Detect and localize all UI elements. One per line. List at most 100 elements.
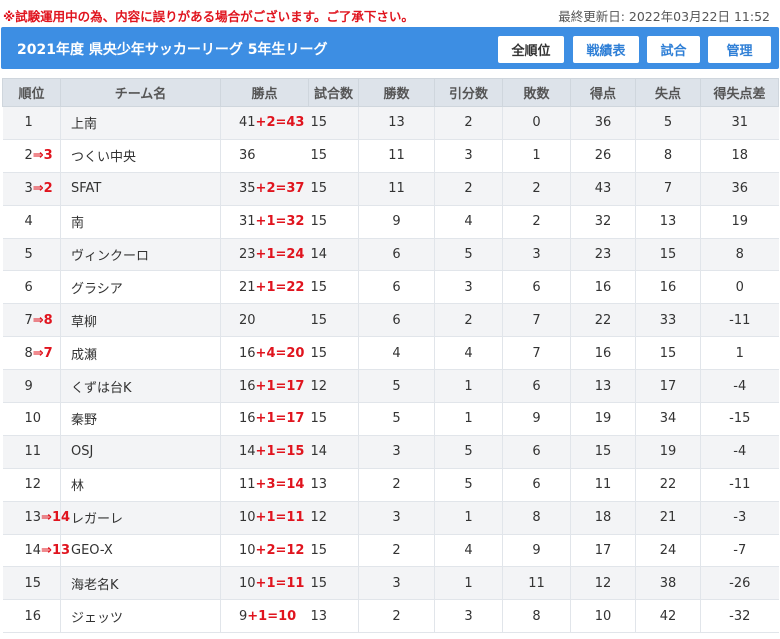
draws-value: 1: [464, 575, 473, 591]
goal-diff-value: 31: [731, 115, 749, 131]
team-name: くずは台K: [71, 380, 132, 396]
losses-value: 6: [532, 279, 541, 295]
col-team-header: チーム名: [60, 78, 221, 107]
goals-for-value: 10: [594, 608, 612, 624]
goals-for-cell: 10: [570, 599, 636, 634]
goal-diff-value: -15: [729, 411, 751, 427]
goals-against-value: 24: [659, 543, 677, 559]
team-name: SFAT: [71, 181, 102, 197]
wins-value: 13: [388, 115, 405, 131]
table-row: 16 ジェッツ 9+1=10 13 2 3 8 10 42 -32: [2, 599, 779, 634]
rank-value: 8: [24, 345, 33, 361]
goal-diff-value: -4: [733, 378, 747, 394]
played-value: 14: [310, 444, 328, 460]
goals-against-value: 13: [659, 214, 677, 230]
played-cell: 15: [308, 534, 359, 568]
goals-against-value: 16: [659, 279, 677, 295]
wins-value: 11: [388, 148, 405, 164]
points-cell: 35+2=37: [220, 172, 309, 206]
wins-value: 3: [392, 444, 401, 460]
goal-diff-cell: -11: [700, 303, 779, 338]
goals-against-cell: 38: [635, 566, 701, 601]
all-ranking-button[interactable]: 全順位: [498, 36, 564, 63]
matches-button[interactable]: 試合: [647, 36, 700, 63]
wins-cell: 2: [358, 599, 435, 634]
goals-for-cell: 16: [570, 270, 636, 305]
wins-value: 2: [392, 608, 401, 624]
bonus-points: +4=20: [255, 345, 305, 361]
goal-diff-value: 36: [731, 181, 749, 197]
losses-cell: 2: [502, 205, 571, 239]
goal-diff-cell: -3: [700, 501, 779, 535]
goal-diff-value: 8: [735, 247, 744, 262]
goals-against-value: 19: [659, 444, 677, 460]
goals-against-value: 42: [659, 608, 677, 624]
played-value: 15: [310, 411, 328, 427]
table-row: 9 くずは台K 16+1=17 12 5 1 6 13 17 -4: [2, 369, 779, 404]
team-name: 海老名K: [71, 577, 119, 593]
played-cell: 15: [308, 270, 359, 305]
played-cell: 13: [308, 468, 359, 502]
results-table-button[interactable]: 戦績表: [573, 36, 639, 63]
col-goal-diff-header: 得失点差: [700, 78, 779, 107]
goals-against-value: 38: [659, 575, 677, 591]
goals-against-value: 5: [663, 115, 673, 131]
points-cell: 10+2=12: [220, 534, 309, 568]
goals-against-cell: 15: [635, 238, 701, 272]
goals-against-value: 15: [659, 247, 677, 262]
goals-against-value: 8: [663, 148, 673, 164]
goals-for-value: 32: [594, 214, 612, 230]
team-cell: ヴィンクーロ: [60, 238, 221, 272]
wins-value: 2: [392, 477, 401, 493]
goal-diff-cell: 1: [700, 336, 779, 371]
bonus-points: +1=15: [255, 444, 305, 460]
wins-cell: 2: [358, 468, 435, 502]
points-cell: 23+1=24: [220, 238, 309, 272]
admin-button[interactable]: 管理: [708, 36, 771, 63]
team-name: ヴィンクーロ: [71, 249, 150, 264]
goals-for-value: 36: [594, 115, 612, 131]
points-cell: 41+2=43: [220, 106, 309, 140]
losses-value: 2: [532, 214, 541, 230]
team-cell: 秦野: [60, 402, 221, 436]
league-title: 2021年度 県央少年サッカーリーグ 5年生リーグ: [17, 42, 328, 58]
table-row: 4 南 31+1=32 15 9 4 2 32 13 19: [2, 205, 779, 239]
draws-cell: 1: [434, 501, 503, 535]
played-cell: 15: [308, 303, 359, 338]
team-cell: 南: [60, 205, 221, 239]
rank-value: 5: [24, 247, 33, 262]
rank-value: 6: [24, 279, 33, 295]
goals-for-cell: 19: [570, 402, 636, 436]
goals-for-cell: 22: [570, 303, 636, 338]
played-cell: 12: [308, 501, 359, 535]
team-name: 秦野: [71, 413, 98, 429]
goals-for-value: 16: [594, 279, 612, 295]
played-value: 15: [310, 543, 328, 559]
goals-for-cell: 17: [570, 534, 636, 568]
points-value: 20: [239, 312, 256, 328]
wins-cell: 9: [358, 205, 435, 239]
wins-value: 2: [392, 543, 401, 559]
team-cell: 林: [60, 468, 221, 502]
draws-value: 4: [464, 345, 473, 361]
wins-value: 6: [392, 279, 401, 295]
points-value: 31: [239, 214, 256, 230]
goals-against-cell: 19: [635, 435, 701, 469]
notice-text: ※試験運用中の為、内容に誤りがある場合がございます。ご了承下さい。: [3, 9, 414, 24]
draws-cell: 2: [434, 106, 503, 140]
rank-value: 15: [24, 575, 42, 591]
played-cell: 15: [308, 402, 359, 436]
rank-change: ⇒13: [41, 543, 71, 559]
goals-against-cell: 34: [635, 402, 701, 436]
played-cell: 14: [308, 435, 359, 469]
draws-cell: 1: [434, 369, 503, 404]
rank-value: 12: [24, 477, 42, 493]
team-cell: 上南: [60, 106, 221, 140]
wins-cell: 11: [358, 172, 435, 206]
rank-change: ⇒14: [41, 510, 71, 526]
goals-for-value: 12: [594, 575, 612, 591]
goal-diff-value: -26: [729, 575, 751, 591]
rank-cell: 10: [2, 402, 61, 436]
draws-value: 3: [464, 608, 473, 624]
goals-for-cell: 12: [570, 566, 636, 601]
